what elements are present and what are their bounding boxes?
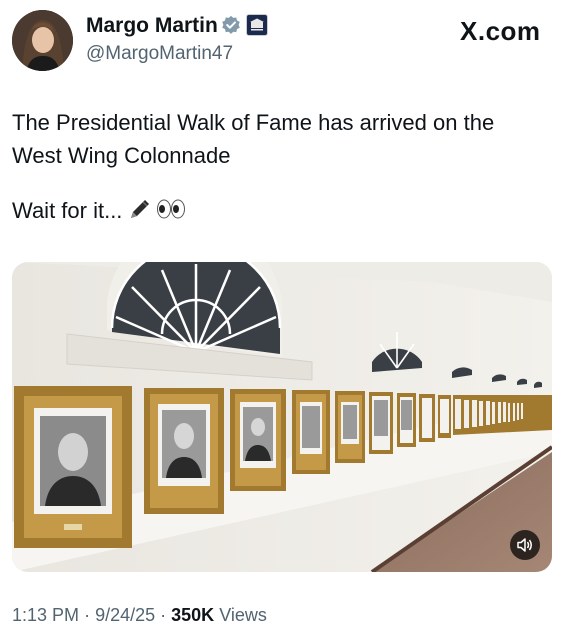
tweet-line-2: West Wing Colonnade (12, 143, 231, 168)
tweet-time[interactable]: 1:13 PM (12, 605, 79, 625)
white-house-affiliation-icon[interactable] (246, 14, 268, 36)
colonnade-photo (12, 262, 552, 572)
pen-icon (128, 197, 152, 230)
eyes-icon (156, 197, 186, 230)
mute-toggle-button[interactable] (510, 530, 540, 560)
avatar[interactable] (12, 10, 73, 71)
tweet-line-3-wrap: Wait for it... (12, 194, 552, 230)
speaker-muted-icon (517, 538, 532, 552)
tweet-line-3: Wait for it... (12, 198, 123, 223)
meta-separator: · (84, 605, 96, 625)
tweet-line-1: The Presidential Walk of Fame has arrive… (12, 110, 495, 135)
profile-photo-icon (12, 10, 73, 71)
tweet-video[interactable] (12, 262, 552, 572)
verified-badge-icon (222, 15, 240, 34)
brand-watermark: X.com (460, 16, 541, 46)
views-count: 350K (171, 605, 215, 625)
tweet-date[interactable]: 9/24/25 (95, 605, 155, 625)
author-name[interactable]: Margo Martin (86, 14, 218, 38)
tweet-text: The Presidential Walk of Fame has arrive… (12, 106, 552, 230)
tweet-meta: 1:13 PM · 9/24/25 · 350K Views (12, 605, 267, 626)
views-label: Views (219, 605, 267, 625)
meta-separator: · (160, 605, 172, 625)
author-handle[interactable]: @MargoMartin47 (86, 43, 233, 65)
